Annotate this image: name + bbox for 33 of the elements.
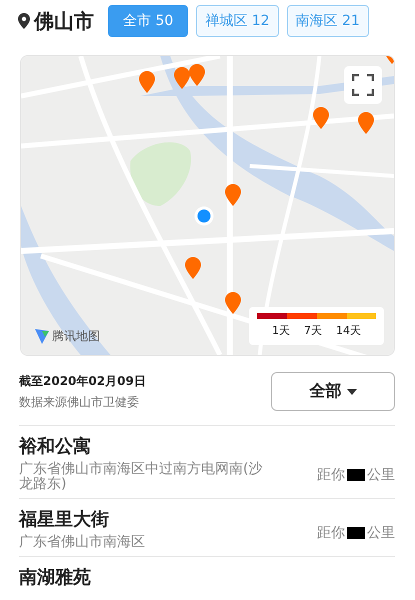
place-name[interactable]: 裕和公寓 — [19, 434, 269, 458]
map-marker-icon[interactable] — [313, 107, 329, 129]
map-marker-icon[interactable] — [185, 257, 201, 279]
legend-label: 14天 — [336, 323, 361, 338]
location-pin-icon — [18, 13, 30, 29]
place-name[interactable]: 南湖雅苑 — [19, 565, 91, 589]
current-location-icon — [194, 206, 214, 226]
map-marker-icon[interactable] — [358, 112, 374, 134]
fullscreen-button[interactable] — [344, 66, 382, 104]
legend-label: 7天 — [304, 323, 322, 338]
map-marker-icon[interactable] — [225, 184, 241, 206]
map-logo-icon — [33, 327, 51, 345]
map-marker-icon[interactable] — [189, 64, 205, 86]
place-address: 广东省佛山市南海区 — [19, 535, 145, 550]
distance-unit: 公里 — [367, 466, 395, 484]
map-marker-icon[interactable] — [174, 67, 190, 89]
fullscreen-icon — [352, 74, 374, 96]
caret-icon — [346, 388, 356, 394]
place-name[interactable]: 福星里大街 — [19, 507, 145, 531]
distance-unit: 公里 — [367, 524, 395, 542]
distance-label: 距你 — [317, 524, 345, 542]
map-logo-text: 腾讯地图 — [52, 328, 100, 344]
redaction-bar — [347, 527, 365, 539]
filter-dropdown[interactable]: 全部 — [271, 372, 395, 411]
map-marker-icon[interactable] — [139, 71, 155, 93]
distance-label: 距你 — [317, 466, 345, 484]
place-address: 广东省佛山市南海区中过南方电网南(沙龙路东) — [19, 462, 264, 492]
map-marker-icon[interactable] — [225, 292, 241, 314]
legend-label: 1天 — [272, 323, 290, 338]
update-date: 截至2020年02月09日 — [19, 372, 146, 390]
city-title: 佛山市 — [34, 8, 94, 34]
data-source: 数据来源佛山市卫健委 — [19, 394, 140, 410]
redaction-bar — [347, 469, 365, 481]
